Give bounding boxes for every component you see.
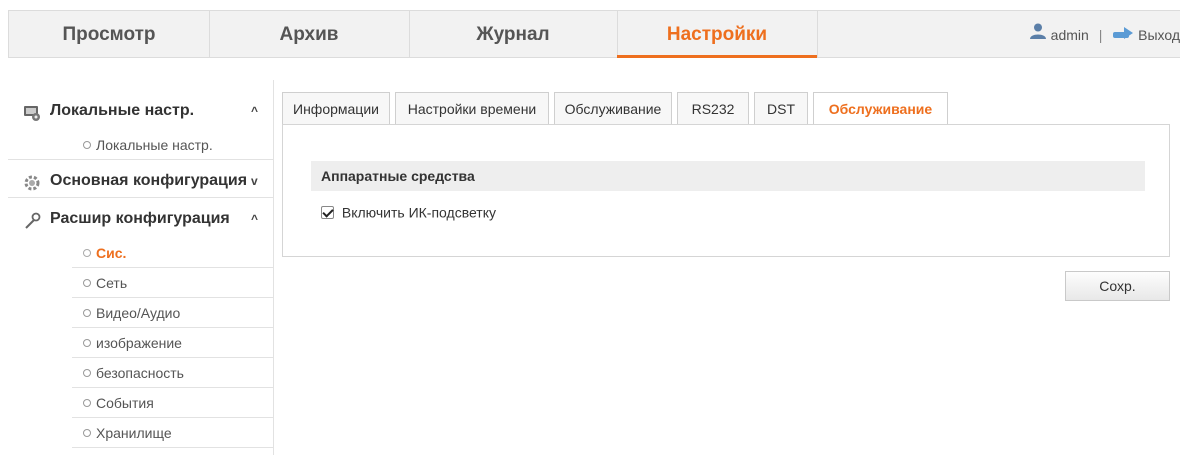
settings-panel: Аппаратные средства Включить ИК-подсветк…	[282, 124, 1170, 257]
nav-divider	[817, 11, 818, 58]
tab-log[interactable]: Журнал	[409, 11, 617, 58]
sidebar-item-image[interactable]: изображение	[8, 328, 273, 358]
tab-information[interactable]: Информации	[282, 92, 390, 124]
user-bar: admin | Выход	[1029, 11, 1180, 58]
bullet-icon	[83, 141, 91, 149]
tab-settings[interactable]: Настройки	[617, 11, 817, 58]
divider	[8, 197, 273, 198]
divider	[8, 159, 273, 160]
ir-light-label: Включить ИК-подсветку	[341, 204, 496, 221]
sidebar-item-events[interactable]: События	[8, 388, 273, 418]
ir-light-row: Включить ИК-подсветку	[321, 202, 496, 220]
sidebar-item-security[interactable]: безопасность	[8, 358, 273, 388]
tab-archive[interactable]: Архив	[209, 11, 409, 58]
sidebar-item-storage[interactable]: Хранилище	[8, 418, 273, 448]
sidebar-item-label: Локальные настр.	[96, 137, 213, 153]
tab-maintenance[interactable]: Обслуживание	[554, 92, 672, 124]
sidebar-item-network[interactable]: Сеть	[8, 268, 273, 298]
sidebar: Локальные настр. ^ Локальные настр. Осно…	[8, 80, 274, 455]
tab-preview[interactable]: Просмотр	[9, 11, 209, 58]
tab-time-settings[interactable]: Настройки времени	[395, 92, 549, 124]
save-button[interactable]: Сохр.	[1065, 271, 1170, 301]
sidebar-section-label: Локальные настр.	[50, 102, 195, 119]
bullet-icon	[83, 309, 91, 317]
tab-dst[interactable]: DST	[754, 92, 808, 124]
chevron-up-icon[interactable]: ^	[251, 204, 258, 234]
sidebar-item-label: События	[96, 395, 154, 411]
wrench-icon	[23, 211, 41, 229]
tab-maintenance-active[interactable]: Обслуживание	[813, 92, 948, 126]
bullet-icon	[83, 399, 91, 407]
sidebar-section-label: Основная конфигурация	[50, 172, 248, 189]
sidebar-item-label: Сис.	[96, 245, 127, 261]
sidebar-item-label: Видео/Аудио	[96, 305, 181, 321]
sidebar-section-label: Расшир конфигурация	[50, 210, 230, 227]
sidebar-item-label: Хранилище	[96, 425, 172, 441]
sidebar-item-video-audio[interactable]: Видео/Аудио	[8, 298, 273, 328]
logout-link[interactable]: Выход	[1138, 27, 1180, 43]
sidebar-section-basic[interactable]: Основная конфигурация v	[8, 166, 273, 196]
sidebar-item-label: изображение	[96, 335, 182, 351]
chevron-up-icon[interactable]: ^	[251, 96, 258, 126]
divider	[72, 447, 273, 448]
logout-icon[interactable]	[1112, 12, 1134, 59]
sidebar-item-local-settings[interactable]: Локальные настр.	[8, 130, 273, 160]
user-icon	[1029, 12, 1047, 59]
active-tab-indicator	[617, 55, 817, 58]
tab-rs232[interactable]: RS232	[677, 92, 749, 124]
sidebar-section-advanced[interactable]: Расшир конфигурация ^	[8, 204, 273, 234]
chevron-down-icon[interactable]: v	[251, 166, 258, 196]
bullet-icon	[83, 369, 91, 377]
bullet-icon	[83, 429, 91, 437]
bullet-icon	[83, 249, 91, 257]
user-divider: |	[1098, 26, 1103, 43]
top-navigation: Просмотр Архив Журнал Настройки admin | …	[8, 10, 1180, 58]
group-title: Аппаратные средства	[311, 161, 1145, 191]
username[interactable]: admin	[1051, 27, 1089, 43]
ir-light-checkbox[interactable]	[321, 205, 334, 219]
gear-icon	[23, 173, 41, 191]
sidebar-item-label: безопасность	[96, 365, 184, 381]
bullet-icon	[83, 279, 91, 287]
monitor-settings-icon	[23, 103, 41, 121]
sidebar-section-local[interactable]: Локальные настр. ^	[8, 96, 273, 126]
bullet-icon	[83, 339, 91, 347]
sidebar-item-system[interactable]: Сис.	[8, 238, 273, 268]
sidebar-item-label: Сеть	[96, 275, 128, 291]
